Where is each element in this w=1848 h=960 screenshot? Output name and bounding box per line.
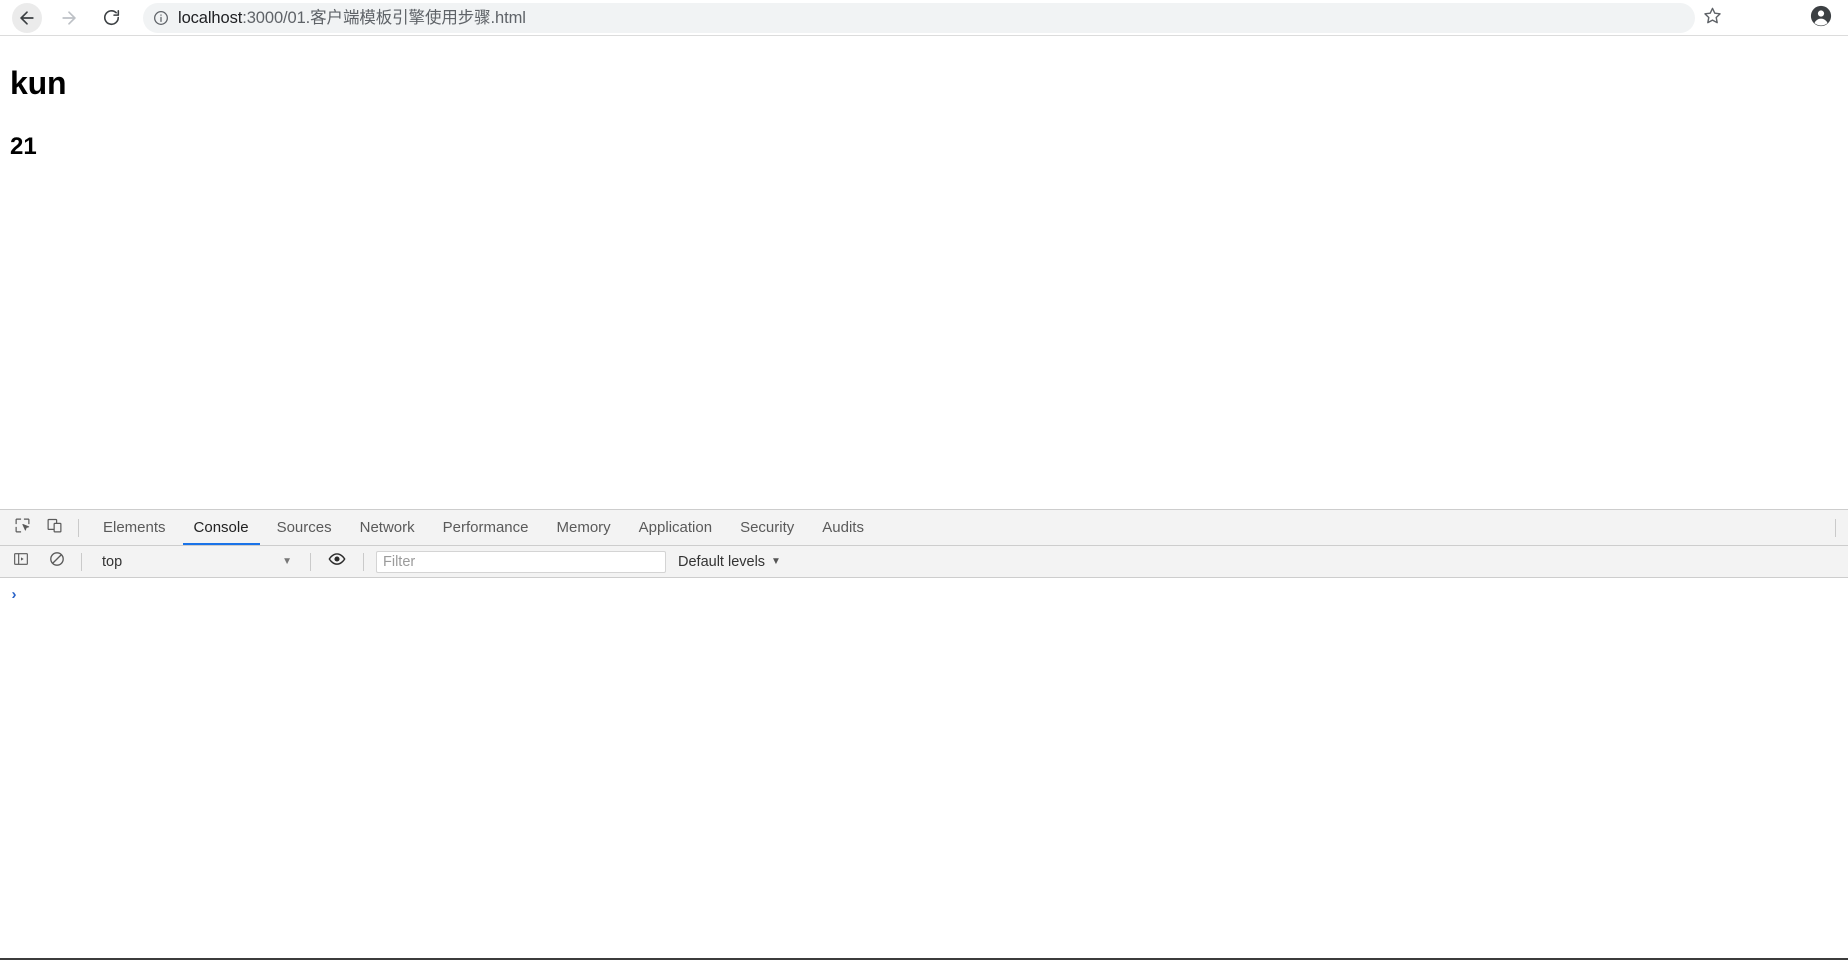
console-prompt-row[interactable]: › <box>0 584 1848 604</box>
tab-application-label: Application <box>638 519 713 536</box>
execution-context-value: top <box>102 553 123 570</box>
avatar-icon <box>1810 5 1832 32</box>
console-sidebar-toggle-button[interactable] <box>7 548 35 576</box>
tab-elements-label: Elements <box>103 519 166 536</box>
page-heading-secondary: 21 <box>10 133 37 160</box>
tab-sources-label: Sources <box>276 519 332 536</box>
tab-security-label: Security <box>740 519 795 536</box>
back-button[interactable] <box>12 2 42 33</box>
devtools-panel: Elements Console Sources Network Perform… <box>0 509 1848 960</box>
console-toolbar: top ▼ Default levels ▼ <box>0 546 1848 578</box>
reload-button[interactable] <box>96 3 126 33</box>
device-toolbar-icon <box>46 517 63 539</box>
toolbar-divider <box>78 518 79 537</box>
tabbar-right-divider <box>1835 519 1836 537</box>
tab-audits[interactable]: Audits <box>808 510 878 545</box>
star-icon <box>1703 6 1722 30</box>
console-prompt-chevron-icon: › <box>11 585 17 603</box>
devtools-tabbar: Elements Console Sources Network Perform… <box>0 510 1848 546</box>
toggle-device-toolbar-button[interactable] <box>40 514 68 542</box>
address-bar[interactable]: localhost:3000/01.客户端模板引擎使用步骤.html <box>143 3 1695 33</box>
tab-console[interactable]: Console <box>180 510 263 545</box>
sidebar-toggle-icon <box>13 551 29 572</box>
profile-button[interactable] <box>1806 3 1836 33</box>
console-output-area[interactable]: › <box>0 578 1848 958</box>
tab-security[interactable]: Security <box>726 510 808 545</box>
tab-performance-label: Performance <box>442 519 529 536</box>
inspect-element-button[interactable] <box>8 514 36 542</box>
console-toolbar-divider-1 <box>81 552 82 571</box>
clear-console-icon <box>49 551 65 572</box>
tab-elements[interactable]: Elements <box>89 510 180 545</box>
tab-console-label: Console <box>193 519 249 536</box>
tab-application[interactable]: Application <box>625 510 726 545</box>
console-toolbar-divider-3 <box>363 552 364 571</box>
address-bar-url: localhost:3000/01.客户端模板引擎使用步骤.html <box>178 8 526 28</box>
inspect-cursor-icon <box>14 517 31 539</box>
site-information-icon[interactable] <box>153 10 169 26</box>
tab-network[interactable]: Network <box>346 510 429 545</box>
execution-context-select[interactable]: top ▼ <box>92 550 300 574</box>
console-filter-input[interactable] <box>376 550 666 573</box>
forward-arrow-icon <box>59 8 79 28</box>
page-heading-primary: kun <box>10 65 67 101</box>
tab-network-label: Network <box>359 519 415 536</box>
chevron-down-icon: ▼ <box>282 556 292 567</box>
tab-performance[interactable]: Performance <box>429 510 543 545</box>
live-expression-button[interactable] <box>323 548 351 576</box>
page-viewport: kun 21 <box>0 37 1848 509</box>
clear-console-button[interactable] <box>43 548 71 576</box>
tab-memory-label: Memory <box>556 519 611 536</box>
url-path: :3000/01.客户端模板引擎使用步骤.html <box>242 9 526 27</box>
reload-icon <box>102 8 121 27</box>
log-levels-select[interactable]: Default levels ▼ <box>678 550 781 574</box>
bookmark-button[interactable] <box>1697 3 1727 33</box>
tab-sources[interactable]: Sources <box>263 510 346 545</box>
forward-button[interactable] <box>54 3 84 33</box>
browser-toolbar: localhost:3000/01.客户端模板引擎使用步骤.html <box>0 0 1848 36</box>
console-input[interactable] <box>28 585 1848 603</box>
console-toolbar-divider-2 <box>310 552 311 571</box>
eye-icon <box>328 550 346 573</box>
back-arrow-icon <box>17 8 37 28</box>
tab-memory[interactable]: Memory <box>543 510 625 545</box>
chevron-down-icon: ▼ <box>771 556 781 567</box>
url-host: localhost <box>178 9 243 27</box>
tab-audits-label: Audits <box>822 519 864 536</box>
log-levels-value: Default levels <box>678 553 766 570</box>
